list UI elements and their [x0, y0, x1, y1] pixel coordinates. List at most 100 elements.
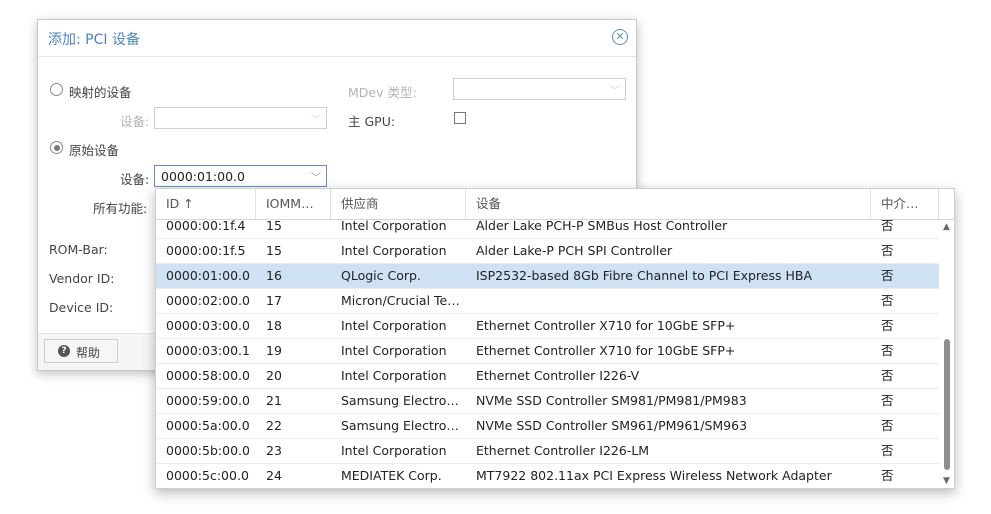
raw-device-combo[interactable]: 0000:01:00.0 ﹀	[154, 165, 327, 187]
cell-device: Ethernet Controller X710 for 10GbE SFP+	[476, 318, 736, 333]
table-row[interactable]: 0000:5b:00.0 23 Intel Corporation Ethernet …	[156, 439, 939, 464]
close-circle-icon[interactable]: ✕	[612, 29, 628, 45]
table-row[interactable]: 0000:5c:00.0 24 MEDIATEK Corp. MT7922 802.1…	[156, 464, 939, 488]
table-row[interactable]: 0000:03:00.0 18 Intel Corporation Ethernet …	[156, 314, 939, 339]
table-row[interactable]: 0000:00:1f.5 15 Intel Corporation Alder Lak…	[156, 239, 939, 264]
cell-vendor: Samsung Electro…	[341, 418, 459, 433]
grid-body: 0000:00:1f.4 15 Intel Corporation Alder Lak…	[156, 220, 939, 488]
cell-device: Ethernet Controller X710 for 10GbE SFP+	[476, 343, 736, 358]
help-button[interactable]: ? 帮助	[44, 339, 118, 363]
cell-vendor: Intel Corporation	[341, 368, 447, 383]
cell-id: 0000:02:00.0	[166, 293, 250, 308]
help-button-label: 帮助	[76, 346, 101, 360]
cell-iommu: 22	[266, 418, 282, 433]
primary-gpu-label: 主 GPU:	[348, 114, 396, 129]
table-row[interactable]: 0000:02:00.0 17 Micron/Crucial Te… 否	[156, 289, 939, 314]
cell-mdev: 否	[881, 468, 894, 483]
cell-id: 0000:58:00.0	[166, 368, 250, 383]
mapped-device-field-label: 设备:	[120, 114, 150, 129]
cell-iommu: 24	[266, 468, 282, 483]
raw-device-radio[interactable]	[50, 141, 63, 154]
cell-vendor: Intel Corporation	[341, 318, 447, 333]
cell-id: 0000:03:00.1	[166, 343, 250, 358]
cell-mdev: 否	[881, 343, 894, 358]
cell-iommu: 15	[266, 243, 282, 258]
cell-vendor: Intel Corporation	[341, 343, 447, 358]
cell-mdev: 否	[881, 418, 894, 433]
cell-mdev: 否	[881, 318, 894, 333]
cell-device: NVMe SSD Controller SM981/PM981/PM983	[476, 393, 747, 408]
cell-iommu: 18	[266, 318, 282, 333]
cell-device: Ethernet Controller I226-V	[476, 368, 640, 383]
cell-mdev: 否	[881, 268, 894, 283]
cell-id: 0000:00:1f.5	[166, 243, 246, 258]
cell-device: Alder Lake PCH-P SMBus Host Controller	[476, 220, 728, 233]
cell-vendor: Intel Corporation	[341, 443, 447, 458]
cell-vendor: MEDIATEK Corp.	[341, 468, 442, 483]
cell-device: Ethernet Controller I226-LM	[476, 443, 650, 458]
vendor-id-label: Vendor ID:	[49, 271, 115, 286]
cell-mdev: 否	[881, 393, 894, 408]
raw-device-value: 0000:01:00.0	[161, 169, 245, 184]
table-row[interactable]: 0000:59:00.0 21 Samsung Electro… NVMe SSD C…	[156, 389, 939, 414]
cell-iommu: 23	[266, 443, 282, 458]
rombar-label: ROM-Bar:	[49, 242, 108, 257]
cell-device: NVMe SSD Controller SM961/PM961/SM963	[476, 418, 748, 433]
cell-vendor: QLogic Corp.	[341, 268, 421, 283]
table-row[interactable]: 0000:58:00.0 20 Intel Corporation Ethernet …	[156, 364, 939, 389]
cell-iommu: 21	[266, 393, 282, 408]
mapped-device-radio[interactable]	[50, 83, 63, 96]
cell-iommu: 17	[266, 293, 282, 308]
chevron-down-icon: ﹀	[610, 86, 620, 97]
column-header-iommu[interactable]: IOMM…	[256, 189, 331, 219]
primary-gpu-checkbox[interactable]	[454, 112, 466, 124]
dialog-title: 添加: PCI 设备	[48, 32, 140, 48]
device-picker-grid: ID ↑ IOMM… 供应商 设备 中介… 0000:00:1f.4 15 Inte…	[155, 188, 955, 489]
question-circle-icon: ?	[58, 345, 70, 357]
mdev-type-label: MDev 类型:	[348, 85, 417, 100]
mapped-device-combo[interactable]: ﹀	[154, 107, 327, 129]
cell-id: 0000:00:1f.4	[166, 220, 246, 233]
cell-iommu: 16	[266, 268, 282, 283]
cell-iommu: 20	[266, 368, 282, 383]
mapped-device-label: 映射的设备	[69, 85, 132, 100]
vertical-scrollbar[interactable]: ▲ ▼	[940, 220, 954, 488]
chevron-down-icon: ﹀	[311, 115, 321, 126]
mdev-type-combo[interactable]: ﹀	[453, 78, 626, 100]
cell-device: ISP2532-based 8Gb Fibre Channel to PCI E…	[476, 268, 812, 283]
cell-iommu: 15	[266, 220, 282, 233]
cell-vendor: Micron/Crucial Te…	[341, 293, 460, 308]
table-row[interactable]: 0000:00:1f.4 15 Intel Corporation Alder Lak…	[156, 220, 939, 239]
cell-vendor: Samsung Electro…	[341, 393, 459, 408]
cell-device: MT7922 802.11ax PCI Express Wireless Net…	[476, 468, 832, 483]
device-id-label: Device ID:	[49, 300, 114, 315]
table-row[interactable]: 0000:01:00.0 16 QLogic Corp. ISP2532-based …	[156, 264, 939, 289]
triangle-up-icon[interactable]: ▲	[943, 222, 950, 232]
column-header-id[interactable]: ID ↑	[156, 189, 256, 219]
cell-id: 0000:5b:00.0	[166, 443, 250, 458]
scrollbar-thumb[interactable]	[944, 339, 950, 470]
raw-device-field-label: 设备:	[120, 172, 150, 187]
chevron-down-icon[interactable]: ﹀	[311, 169, 321, 184]
column-header-vendor[interactable]: 供应商	[331, 189, 466, 219]
column-header-device[interactable]: 设备	[466, 189, 871, 219]
cell-mdev: 否	[881, 368, 894, 383]
title-divider	[38, 56, 636, 57]
cell-mdev: 否	[881, 443, 894, 458]
column-header-mdev[interactable]: 中介…	[871, 189, 939, 219]
table-row[interactable]: 0000:5a:00.0 22 Samsung Electro… NVMe SSD C…	[156, 414, 939, 439]
cell-device: Alder Lake-P PCH SPI Controller	[476, 243, 673, 258]
grid-rows: 0000:00:1f.4 15 Intel Corporation Alder Lak…	[156, 220, 939, 488]
triangle-down-icon[interactable]: ▼	[943, 476, 950, 486]
table-row[interactable]: 0000:03:00.1 19 Intel Corporation Ethernet …	[156, 339, 939, 364]
cell-id: 0000:01:00.0	[166, 268, 250, 283]
cell-id: 0000:5a:00.0	[166, 418, 250, 433]
cell-vendor: Intel Corporation	[341, 243, 447, 258]
all-functions-label: 所有功能:	[93, 201, 148, 216]
raw-device-label: 原始设备	[69, 143, 120, 158]
grid-header: ID ↑ IOMM… 供应商 设备 中介…	[156, 189, 954, 220]
cell-id: 0000:03:00.0	[166, 318, 250, 333]
cell-id: 0000:59:00.0	[166, 393, 250, 408]
cell-mdev: 否	[881, 293, 894, 308]
cell-iommu: 19	[266, 343, 282, 358]
